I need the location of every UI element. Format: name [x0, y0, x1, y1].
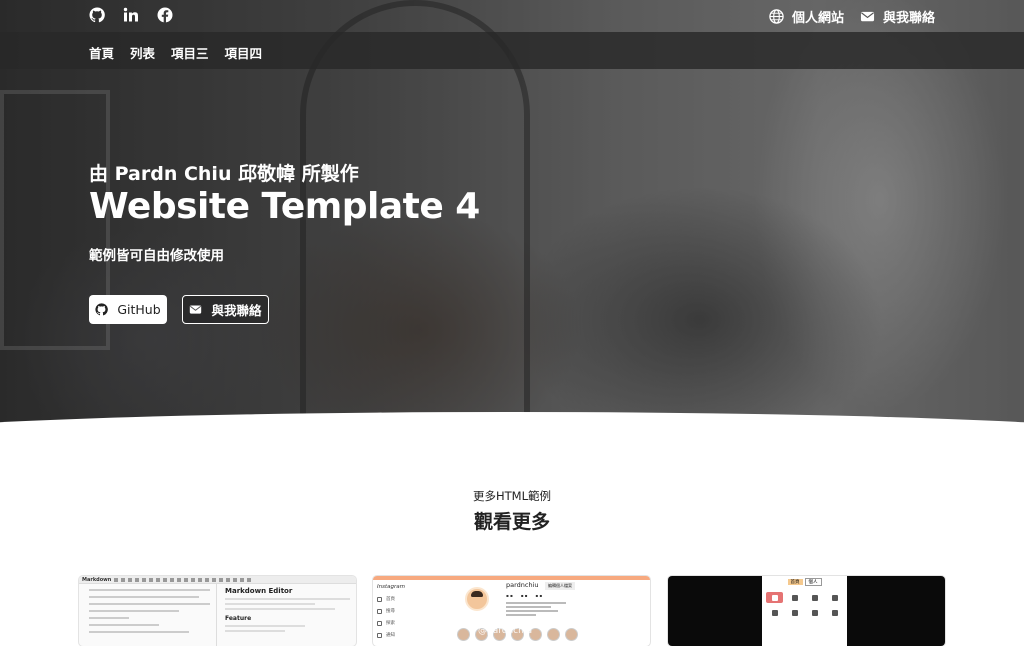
app-tile-icon	[826, 592, 843, 603]
nav-item-three[interactable]: 項目三	[171, 43, 209, 62]
ig-nav-item: 搜尋	[377, 608, 407, 614]
avatar	[465, 587, 489, 611]
social-links	[89, 7, 173, 23]
app-tile-icon	[766, 592, 783, 603]
ig-watermark: @pardnchiu	[478, 626, 533, 636]
search-icon	[377, 608, 382, 614]
github-icon[interactable]	[89, 7, 105, 23]
main-nav: 首頁 列表 項目三 項目四	[0, 32, 1024, 69]
globe-icon	[769, 9, 784, 24]
preview-heading: Markdown Editor	[225, 587, 293, 595]
github-icon	[95, 303, 109, 316]
nav-item-list[interactable]: 列表	[130, 43, 155, 62]
ig-nav-item: 探索	[377, 620, 407, 626]
hero-curve-divider	[0, 412, 1024, 440]
heart-icon	[377, 632, 382, 638]
ig-logo: Instagram	[377, 584, 405, 590]
nav-item-four[interactable]: 項目四	[225, 43, 263, 62]
top-links: 個人網站 與我聯絡	[769, 7, 935, 26]
ig-username: pardnchiu	[506, 581, 539, 589]
app-tile-icon	[826, 607, 843, 618]
github-button[interactable]: GitHub	[89, 295, 167, 324]
editor-preview-pane: Markdown Editor Feature	[219, 584, 356, 646]
website-link[interactable]: 個人網站	[769, 7, 844, 26]
app-tile-icon	[806, 607, 823, 618]
editor-source-pane	[79, 584, 217, 646]
contact-button[interactable]: 與我聯絡	[182, 295, 269, 324]
ig-bio	[506, 602, 566, 618]
app-tile-icon	[786, 607, 803, 618]
hero-description: 範例皆可自由修改使用	[89, 248, 224, 264]
github-button-label: GitHub	[117, 302, 161, 317]
envelope-icon	[860, 11, 875, 22]
hero-section: 個人網站 與我聯絡 首頁 列表 項目三 項目四 由 Pardn Chiu 邱敬幃…	[0, 0, 1024, 440]
template-card-instagram[interactable]: Instagram 首頁 搜尋 探索 通知 pardnchiu 編輯個人檔案 ▪…	[373, 576, 650, 646]
template-card-markdown[interactable]: Markdown Markdown Editor Feature	[79, 576, 356, 646]
editor-toolbar: Markdown	[79, 576, 356, 584]
ig-nav-item: 首頁	[377, 596, 407, 602]
contact-link-label: 與我聯絡	[882, 11, 935, 26]
ig-stats: ▪ ▪ ▪ ▪ ▪ ▪	[506, 593, 543, 598]
phone-icon-grid	[762, 586, 847, 618]
phone-tab-home: 首頁	[787, 579, 803, 585]
facebook-icon[interactable]	[157, 7, 173, 23]
editor-app-label: Markdown	[82, 576, 112, 583]
nav-item-home[interactable]: 首頁	[89, 43, 114, 62]
linkedin-icon[interactable]	[123, 7, 139, 23]
contact-button-label: 與我聯絡	[211, 303, 262, 318]
hero-subtitle: 由 Pardn Chiu 邱敬幃 所製作	[89, 163, 359, 185]
app-tile-icon	[786, 592, 803, 603]
website-link-label: 個人網站	[791, 11, 844, 26]
explore-icon	[377, 620, 382, 626]
phone-tabs: 首頁 個人	[762, 578, 847, 586]
preview-subheading: Feature	[225, 615, 252, 622]
ig-nav-item: 通知	[377, 632, 407, 638]
phone-screen: 首頁 個人	[762, 576, 847, 646]
ig-sidebar: Instagram 首頁 搜尋 探索 通知	[377, 584, 407, 644]
home-icon	[377, 596, 382, 602]
ig-accent-bar	[373, 576, 650, 580]
envelope-icon	[190, 305, 202, 314]
template-card-phone-app[interactable]: 首頁 個人	[668, 576, 945, 646]
phone-tab-personal: 個人	[804, 578, 822, 586]
top-bar: 個人網站 與我聯絡	[0, 0, 1024, 32]
app-tile-icon	[806, 592, 823, 603]
hero-title: Website Template 4	[89, 186, 480, 227]
section-subtitle: 更多HTML範例	[472, 489, 551, 503]
contact-link[interactable]: 與我聯絡	[860, 7, 935, 26]
section-title: 觀看更多	[473, 511, 550, 533]
ig-edit-profile-button: 編輯個人檔案	[545, 582, 575, 590]
app-tile-icon	[766, 607, 783, 618]
